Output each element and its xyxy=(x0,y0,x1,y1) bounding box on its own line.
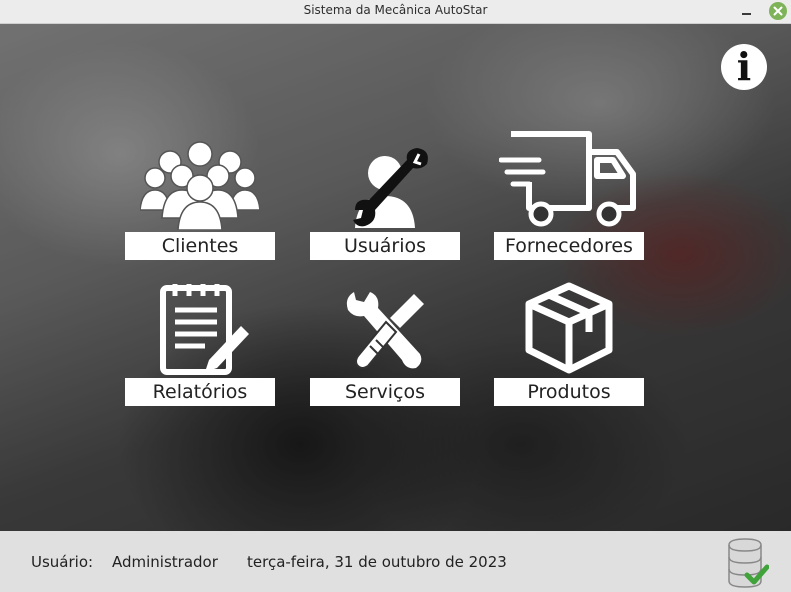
usuarios-button[interactable]: Usuários xyxy=(310,132,460,262)
produtos-button[interactable]: Produtos xyxy=(494,278,644,408)
users-group-icon xyxy=(140,141,260,230)
close-button[interactable] xyxy=(769,2,787,20)
info-icon: i xyxy=(736,44,752,89)
servicos-label: Serviços xyxy=(310,378,460,406)
product-box-icon xyxy=(525,282,613,374)
user-value: Administrador xyxy=(112,553,218,571)
clientes-label: Clientes xyxy=(125,232,275,260)
info-button[interactable]: i xyxy=(721,44,767,90)
title-bar: Sistema da Mecânica AutoStar xyxy=(0,0,791,24)
clientes-button[interactable]: Clientes xyxy=(125,132,275,262)
report-clipboard-icon xyxy=(160,284,249,375)
delivery-truck-icon xyxy=(499,131,636,227)
minimize-button[interactable] xyxy=(740,4,754,18)
relatorios-button[interactable]: Relatórios xyxy=(125,278,275,408)
main-panel: i Clientes Usuários Fornecedores Relatór… xyxy=(0,24,791,531)
window-title: Sistema da Mecânica AutoStar xyxy=(303,3,488,17)
servicos-button[interactable]: Serviços xyxy=(310,278,460,408)
fornecedores-button[interactable]: Fornecedores xyxy=(494,131,644,262)
relatorios-label: Relatórios xyxy=(125,378,275,406)
database-ok-icon xyxy=(728,538,769,588)
status-bar: Usuário: Administrador terça-feira, 31 d… xyxy=(0,531,791,592)
produtos-label: Produtos xyxy=(494,378,644,406)
usuarios-label: Usuários xyxy=(310,232,460,260)
wrench-screwdriver-icon xyxy=(346,292,424,369)
user-label: Usuário: xyxy=(31,553,94,571)
fornecedores-label: Fornecedores xyxy=(494,232,644,260)
user-wrench-icon xyxy=(353,148,428,228)
close-icon xyxy=(773,6,783,16)
date-text: terça-feira, 31 de outubro de 2023 xyxy=(247,553,507,571)
